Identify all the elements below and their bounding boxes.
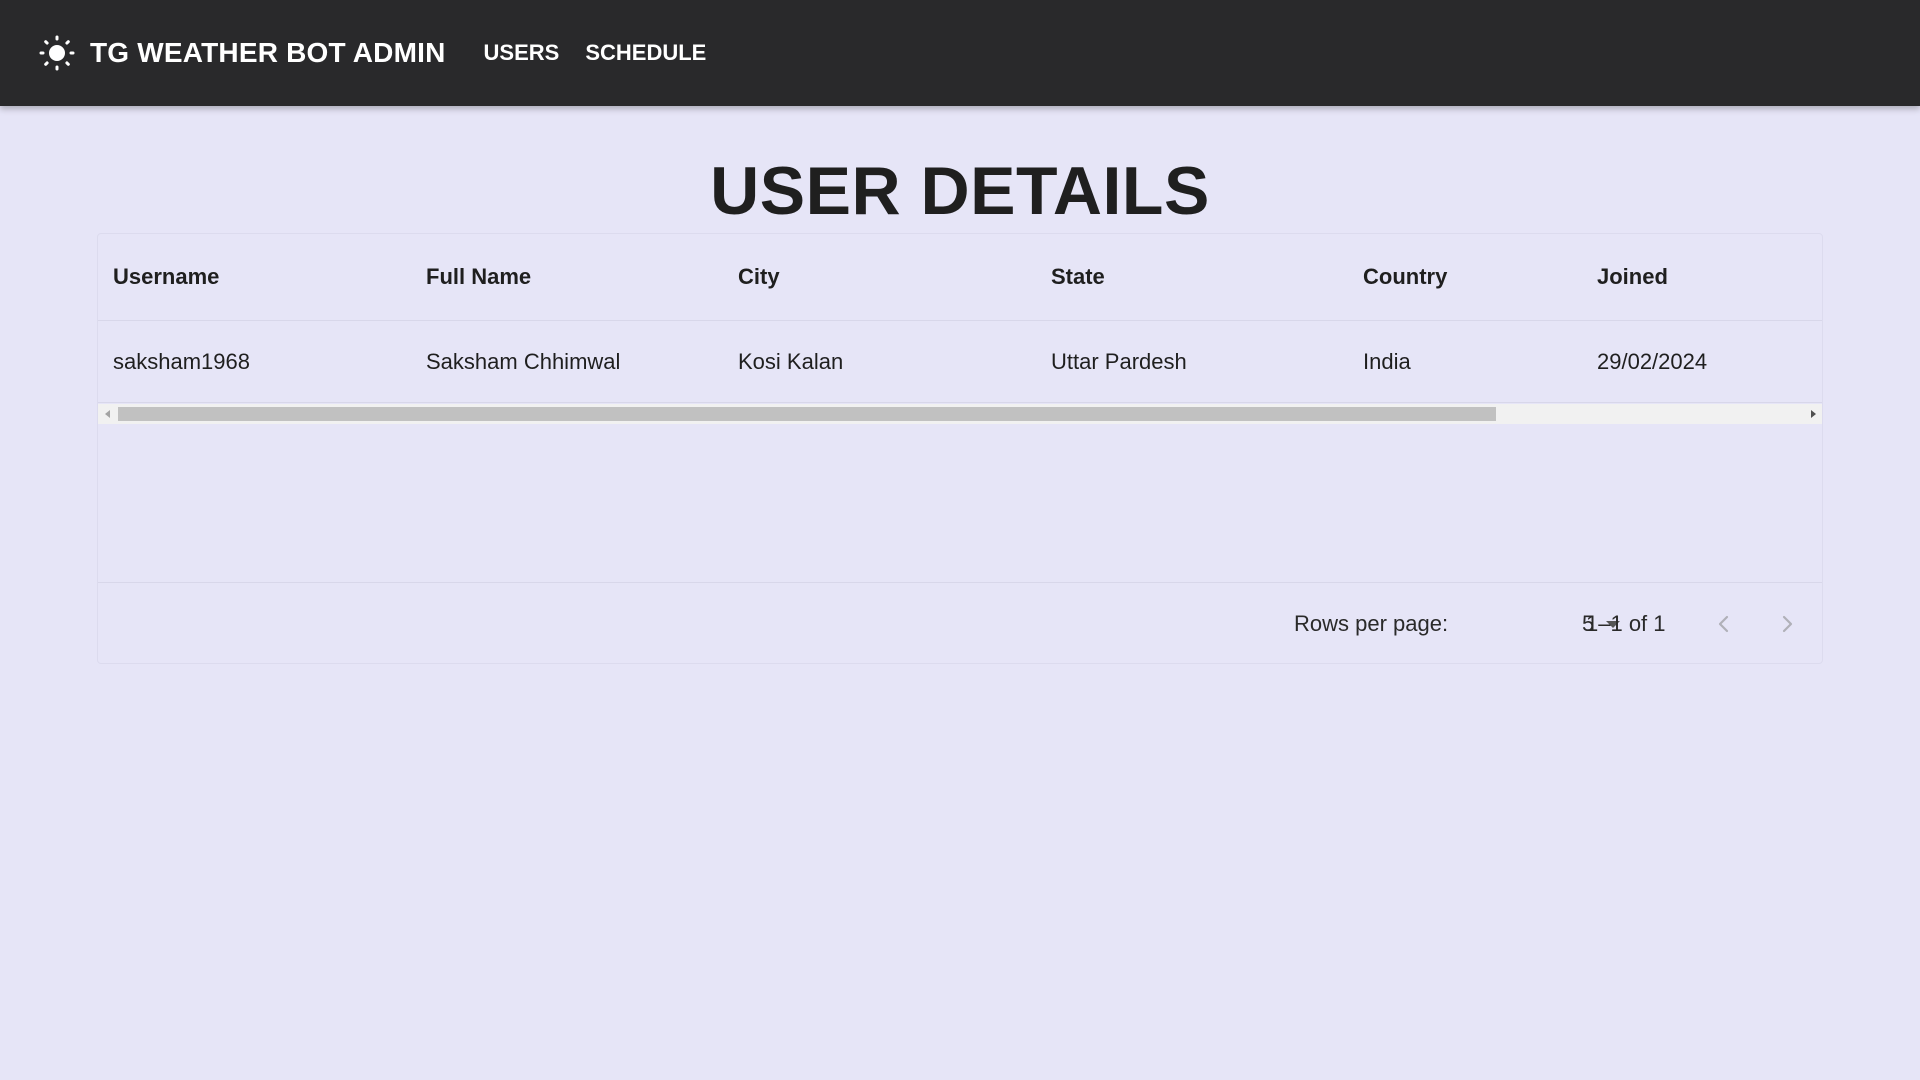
cell-country: India	[1363, 348, 1411, 374]
table-row[interactable]: saksham1968 Saksham Chhimwal Kosi Kalan …	[98, 321, 1822, 403]
cell-username: saksham1968	[113, 348, 250, 374]
sun-icon	[39, 35, 75, 71]
cell-joined: 29/02/2024	[1597, 348, 1708, 374]
chevron-right-icon	[1782, 615, 1793, 633]
column-header-state[interactable]: State	[1036, 264, 1348, 290]
previous-page-button[interactable]	[1703, 603, 1745, 645]
page-title: USER DETAILS	[710, 153, 1210, 229]
nav-bar: USERS SCHEDULE	[484, 40, 733, 66]
horizontal-scrollbar[interactable]	[98, 404, 1822, 424]
column-header-username[interactable]: Username	[98, 264, 411, 290]
column-header-full-name[interactable]: Full Name	[411, 264, 723, 290]
nav-schedule-link[interactable]: SCHEDULE	[585, 40, 706, 66]
cell-city: Kosi Kalan	[738, 348, 844, 374]
cell-state: Uttar Pardesh	[1051, 348, 1187, 374]
table-pagination: Rows per page: 5 1–1 of 1	[98, 582, 1822, 664]
brand: TG WEATHER BOT ADMIN	[39, 35, 446, 71]
column-header-country[interactable]: Country	[1348, 264, 1582, 290]
column-header-city[interactable]: City	[723, 264, 1036, 290]
scrollbar-thumb[interactable]	[118, 407, 1496, 421]
pagination-range: 1–1 of 1	[1586, 611, 1666, 636]
scroll-left-arrow-icon[interactable]	[98, 404, 116, 424]
user-details-table: Username Full Name City State Country Jo…	[97, 233, 1823, 664]
table-header-row: Username Full Name City State Country Jo…	[98, 234, 1822, 321]
cell-full-name: Saksham Chhimwal	[426, 348, 621, 374]
next-page-button[interactable]	[1766, 603, 1808, 645]
rows-per-page-label: Rows per page:	[1294, 611, 1449, 636]
app-title: TG WEATHER BOT ADMIN	[90, 37, 446, 68]
column-header-joined[interactable]: Joined	[1582, 264, 1822, 290]
nav-users-link[interactable]: USERS	[484, 40, 560, 66]
chevron-left-icon	[1718, 615, 1729, 633]
app-bar: TG WEATHER BOT ADMIN USERS SCHEDULE	[0, 0, 1920, 106]
scroll-right-arrow-icon[interactable]	[1804, 404, 1822, 424]
